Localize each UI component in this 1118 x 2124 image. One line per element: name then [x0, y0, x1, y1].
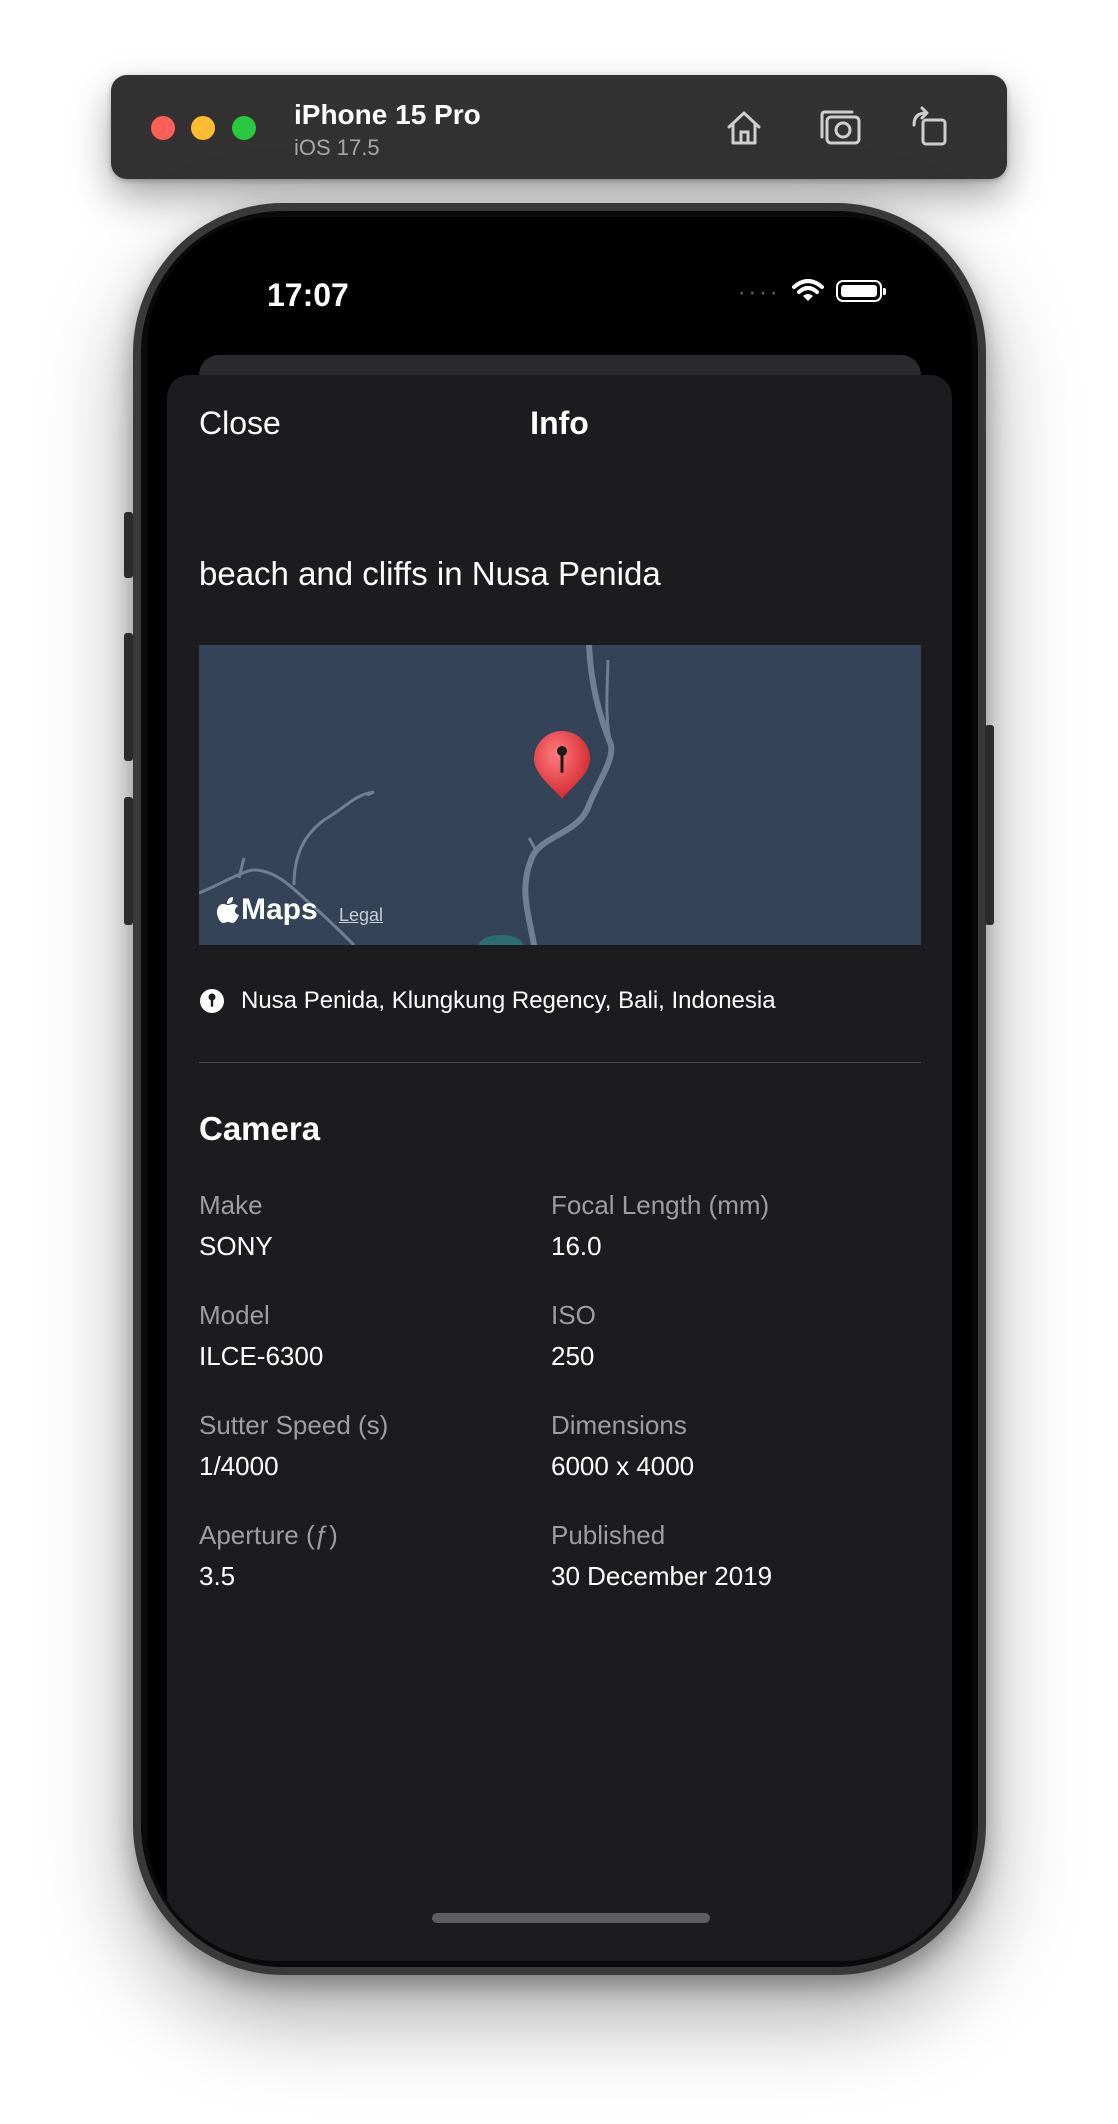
- spec-label: Focal Length (mm): [551, 1190, 770, 1220]
- home-button[interactable]: [719, 103, 769, 153]
- volume-up-button[interactable]: [124, 633, 133, 761]
- spec-label: Make: [199, 1190, 263, 1220]
- location-text: Nusa Penida, Klungkung Regency, Bali, In…: [241, 987, 776, 1014]
- info-sheet: Info Close beach and cliffs in Nusa Peni…: [167, 375, 952, 1961]
- spec-label: Dimensions: [551, 1410, 687, 1440]
- spec-make: Make SONY: [199, 1190, 273, 1262]
- status-icons: ····: [737, 276, 886, 306]
- simulator-os-version: iOS 17.5: [294, 135, 380, 160]
- close-button[interactable]: Close: [199, 405, 281, 442]
- rotate-button[interactable]: [906, 103, 956, 153]
- spec-label: ISO: [551, 1300, 596, 1330]
- location-pin-icon: [200, 989, 224, 1013]
- screenshot-icon: [820, 110, 861, 145]
- spec-value: 1/4000: [199, 1451, 279, 1481]
- rotate-icon: [912, 106, 947, 146]
- camera-section-title: Camera: [199, 1110, 321, 1147]
- spec-aperture: Aperture (ƒ) 3.5: [199, 1520, 338, 1592]
- action-button[interactable]: [124, 512, 133, 578]
- window-zoom-button[interactable]: [232, 116, 256, 140]
- location-row: Nusa Penida, Klungkung Regency, Bali, In…: [199, 987, 776, 1015]
- sheet-title: Info: [530, 405, 589, 441]
- spec-value: 30 December 2019: [551, 1561, 773, 1591]
- spec-value: 250: [551, 1341, 595, 1371]
- maps-legal-link[interactable]: Legal: [339, 905, 383, 926]
- screenshot-button[interactable]: [816, 103, 866, 153]
- cellular-icon: ····: [737, 276, 780, 306]
- spec-value: 6000 x 4000: [551, 1451, 695, 1481]
- spec-iso: ISO 250: [551, 1300, 596, 1372]
- wifi-icon: [792, 279, 824, 301]
- spec-value: 16.0: [551, 1231, 602, 1261]
- simulator-toolbar: iPhone 15 Pro iOS 17.5: [111, 75, 1007, 179]
- section-divider: [199, 1062, 921, 1063]
- power-button[interactable]: [985, 725, 994, 925]
- spec-published: Published 30 December 2019: [551, 1520, 772, 1592]
- spec-dimensions: Dimensions 6000 x 4000: [551, 1410, 694, 1482]
- home-icon: [727, 111, 761, 145]
- status-time: 17:07: [267, 277, 349, 313]
- spec-model: Model ILCE-6300: [199, 1300, 323, 1372]
- maps-brand-label: Maps: [241, 893, 318, 926]
- window-minimize-button[interactable]: [191, 116, 215, 140]
- phone-screen: 17:07 ···· Info Close beach and cliffs i…: [147, 217, 972, 1961]
- apple-maps-logo: Maps: [217, 893, 318, 927]
- spec-label: Sutter Speed (s): [199, 1410, 389, 1440]
- photo-description: beach and cliffs in Nusa Penida: [199, 555, 661, 592]
- map-pin-icon[interactable]: [531, 729, 593, 801]
- battery-icon: [836, 280, 886, 302]
- window-close-button[interactable]: [151, 116, 175, 140]
- spec-focal-length: Focal Length (mm) 16.0: [551, 1190, 769, 1262]
- apple-logo-icon: [217, 897, 239, 923]
- spec-value: ILCE-6300: [199, 1341, 324, 1371]
- spec-label: Published: [551, 1520, 666, 1550]
- spec-value: 3.5: [199, 1561, 236, 1591]
- location-map[interactable]: Maps Legal: [199, 645, 921, 945]
- home-indicator[interactable]: [432, 1913, 710, 1923]
- simulator-device-name: iPhone 15 Pro: [294, 99, 481, 130]
- volume-down-button[interactable]: [124, 797, 133, 925]
- spec-label: Model: [199, 1300, 270, 1330]
- spec-value: SONY: [199, 1231, 273, 1261]
- spec-label: Aperture (ƒ): [199, 1520, 338, 1550]
- spec-shutter-speed: Sutter Speed (s) 1/4000: [199, 1410, 388, 1482]
